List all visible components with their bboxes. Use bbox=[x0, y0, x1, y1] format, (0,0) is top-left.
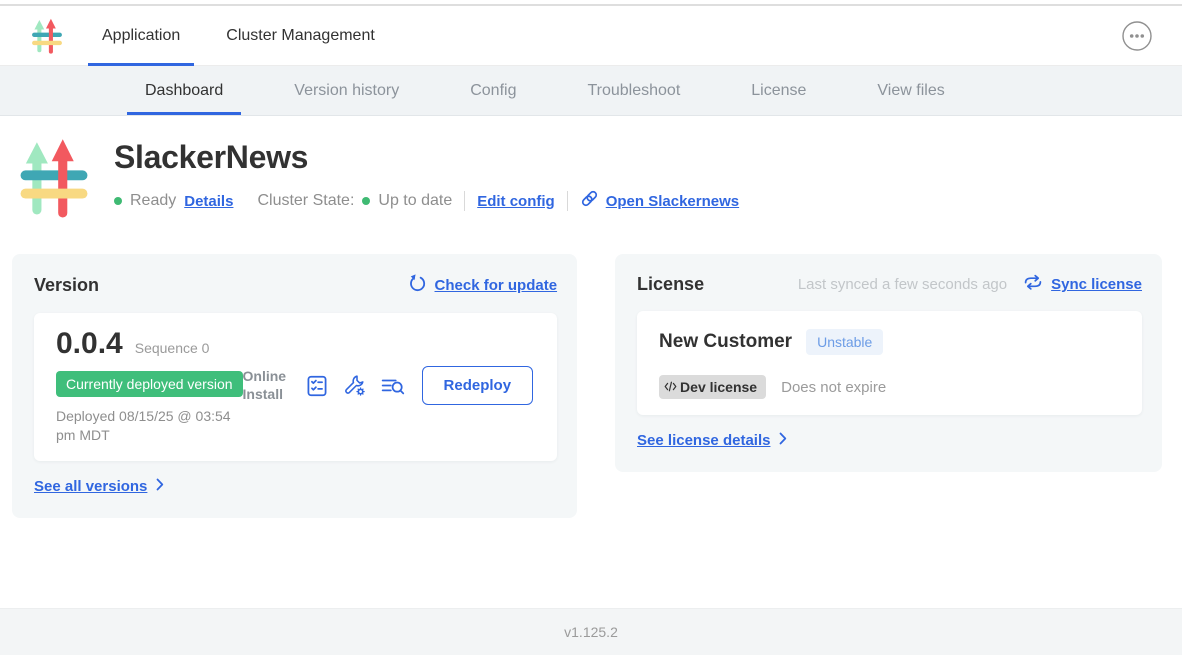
deployed-version-badge: Currently deployed version bbox=[56, 371, 243, 397]
page-title: SlackerNews bbox=[114, 139, 739, 176]
see-license-details-label: See license details bbox=[637, 432, 770, 449]
top-tabs: Application Cluster Management bbox=[88, 6, 407, 65]
sync-license-link[interactable]: Sync license bbox=[1023, 274, 1142, 295]
view-config-button[interactable] bbox=[343, 374, 366, 397]
cluster-state-value: Up to date bbox=[378, 192, 452, 210]
license-card-title: License bbox=[637, 274, 704, 295]
app-logo-large-icon bbox=[16, 135, 92, 221]
chevron-right-icon bbox=[779, 432, 787, 449]
channel-badge: Unstable bbox=[806, 329, 883, 355]
last-synced-label: Last synced a few seconds ago bbox=[798, 276, 1007, 293]
code-brackets-icon bbox=[664, 379, 677, 395]
subnav-config[interactable]: Config bbox=[452, 66, 534, 115]
app-status-dot bbox=[114, 197, 122, 205]
customer-row: New Customer Unstable bbox=[659, 329, 1120, 355]
edit-config-link[interactable]: Edit config bbox=[477, 193, 555, 210]
cluster-state-label: Cluster State: bbox=[257, 192, 354, 210]
app-status-row: Ready Details Cluster State: Up to date … bbox=[114, 189, 739, 213]
subnav-dashboard[interactable]: Dashboard bbox=[127, 66, 241, 115]
preflight-checks-button[interactable] bbox=[306, 375, 328, 397]
subnav-version-history[interactable]: Version history bbox=[276, 66, 417, 115]
see-all-versions-link[interactable]: See all versions bbox=[34, 478, 164, 495]
footer: v1.125.2 bbox=[0, 608, 1182, 655]
sync-license-label: Sync license bbox=[1051, 276, 1142, 293]
app-logo-icon bbox=[30, 17, 64, 55]
see-all-versions-label: See all versions bbox=[34, 478, 147, 495]
status-divider bbox=[567, 191, 568, 211]
version-actions: Online Install bbox=[243, 366, 536, 405]
sync-arrows-icon bbox=[1023, 274, 1043, 295]
license-meta-row: Dev license Does not expire bbox=[659, 375, 1120, 399]
open-app-link-label: Open Slackernews bbox=[606, 193, 739, 210]
tab-application[interactable]: Application bbox=[88, 6, 194, 65]
current-version-panel: 0.0.4 Sequence 0 Currently deployed vers… bbox=[34, 313, 557, 461]
sequence-label: Sequence 0 bbox=[135, 340, 210, 356]
check-for-update-label: Check for update bbox=[435, 277, 558, 294]
version-card-title: Version bbox=[34, 275, 99, 296]
cluster-state-dot bbox=[362, 197, 370, 205]
see-license-details-link[interactable]: See license details bbox=[637, 432, 787, 449]
tab-cluster-management[interactable]: Cluster Management bbox=[212, 6, 389, 65]
deployed-timestamp: Deployed 08/15/25 @ 03:54 pm MDT bbox=[56, 407, 243, 445]
version-number: 0.0.4 bbox=[56, 327, 123, 361]
status-divider bbox=[464, 191, 465, 211]
app-status-label: Ready bbox=[130, 192, 176, 210]
log-search-icon bbox=[381, 384, 405, 399]
version-card-header: Version Check for update bbox=[34, 274, 557, 297]
view-logs-button[interactable] bbox=[381, 376, 405, 396]
refresh-icon bbox=[408, 274, 427, 297]
overflow-menu-button[interactable] bbox=[1120, 19, 1154, 53]
license-card-header: License Last synced a few seconds ago Sy… bbox=[637, 274, 1142, 295]
checklist-icon bbox=[306, 385, 328, 400]
customer-name: New Customer bbox=[659, 331, 792, 353]
license-panel: New Customer Unstable Dev license bbox=[637, 311, 1142, 415]
chain-link-icon bbox=[580, 189, 599, 213]
ellipsis-circle-icon bbox=[1121, 40, 1153, 55]
console-version: v1.125.2 bbox=[564, 624, 618, 640]
subnav-view-files[interactable]: View files bbox=[859, 66, 962, 115]
topbar-spacer bbox=[407, 6, 1120, 65]
redeploy-button[interactable]: Redeploy bbox=[422, 366, 534, 405]
license-type-label: Dev license bbox=[680, 379, 757, 395]
subnav-troubleshoot[interactable]: Troubleshoot bbox=[569, 66, 698, 115]
dashboard-cards: Version Check for update bbox=[12, 254, 1162, 518]
app-header: SlackerNews Ready Details Cluster State:… bbox=[12, 135, 1162, 221]
chevron-right-icon bbox=[156, 478, 164, 495]
license-type-badge: Dev license bbox=[659, 375, 766, 399]
version-details: 0.0.4 Sequence 0 Currently deployed vers… bbox=[56, 327, 243, 445]
check-for-update-link[interactable]: Check for update bbox=[408, 274, 558, 297]
open-app-link[interactable]: Open Slackernews bbox=[580, 189, 739, 213]
subnav-license[interactable]: License bbox=[733, 66, 824, 115]
app-info: SlackerNews Ready Details Cluster State:… bbox=[114, 135, 739, 213]
version-card: Version Check for update bbox=[12, 254, 577, 518]
install-type-label: Online Install bbox=[243, 368, 291, 403]
license-expiry: Does not expire bbox=[781, 379, 886, 396]
main-content: SlackerNews Ready Details Cluster State:… bbox=[0, 116, 1182, 608]
top-navbar: Application Cluster Management bbox=[0, 6, 1182, 66]
license-card: License Last synced a few seconds ago Sy… bbox=[615, 254, 1162, 472]
status-details-link[interactable]: Details bbox=[184, 193, 233, 210]
app-subnav: Dashboard Version history Config Trouble… bbox=[0, 66, 1182, 116]
wrench-gear-icon bbox=[343, 385, 366, 400]
